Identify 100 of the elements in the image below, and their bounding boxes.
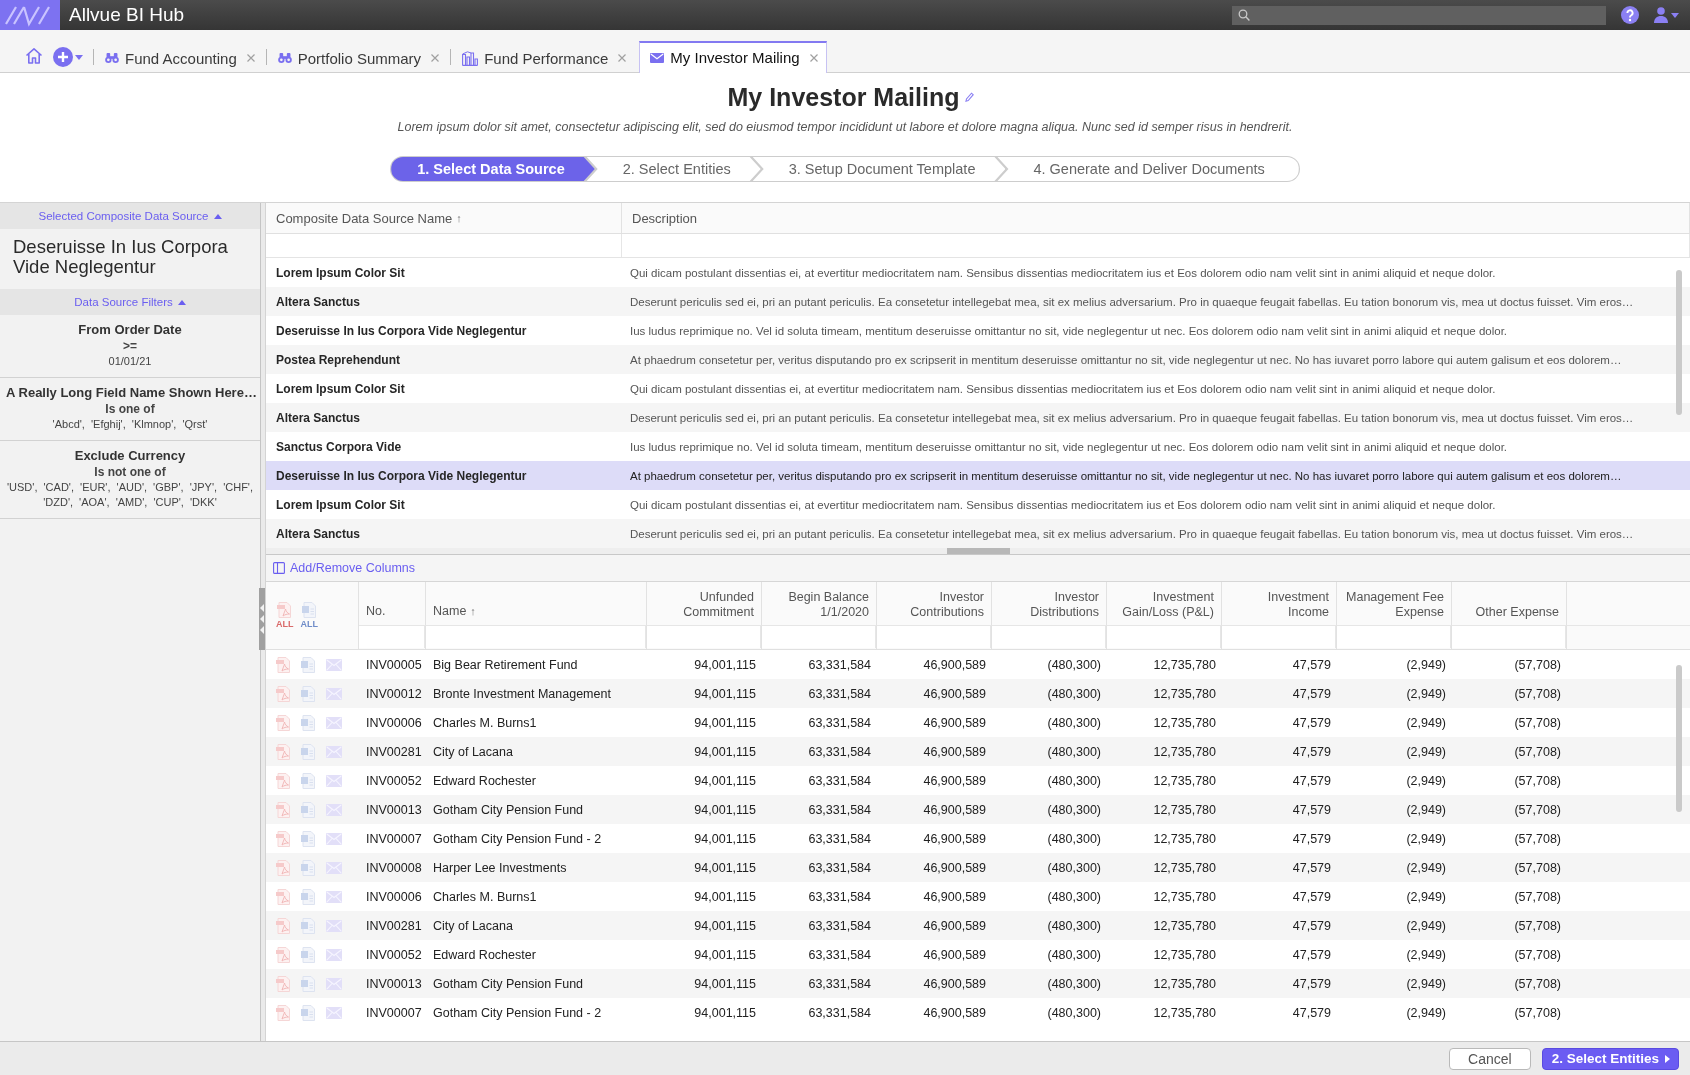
word-file-icon[interactable] — [301, 917, 316, 934]
wizard-step[interactable]: 2. Select Entities — [586, 157, 761, 181]
column-filter-field[interactable] — [1222, 626, 1336, 648]
scrollbar-thumb[interactable] — [1676, 665, 1682, 812]
column-filter-field[interactable] — [359, 626, 425, 648]
word-file-icon[interactable] — [301, 602, 317, 618]
envelope-icon[interactable] — [326, 716, 342, 729]
caret-icon[interactable] — [75, 54, 83, 60]
wizard-step[interactable]: 1. Select Data Source — [391, 157, 595, 181]
column-filter-field[interactable] — [877, 626, 991, 648]
word-file-icon[interactable] — [301, 685, 316, 702]
scrollbar-thumb[interactable] — [946, 548, 1010, 554]
column-filter-field[interactable] — [426, 626, 646, 648]
word-file-icon[interactable] — [301, 772, 316, 789]
help-icon[interactable] — [1621, 6, 1639, 24]
section-header[interactable]: Data Source Filters — [0, 289, 260, 315]
column-header[interactable]: Description — [622, 203, 1690, 233]
caret-icon[interactable] — [177, 299, 186, 305]
word-file-icon[interactable] — [301, 888, 316, 905]
table-cell-text: Lorem Ipsum Color Sit — [275, 497, 406, 512]
word-file-icon[interactable] — [301, 1004, 316, 1021]
pdf-file-icon[interactable] — [276, 743, 291, 760]
search-field[interactable] — [1232, 5, 1606, 25]
selected-source-title: Deseruisse In Ius Corpora Vide Neglegentur — [12, 235, 229, 279]
pdf-file-icon[interactable] — [277, 602, 293, 618]
add-remove-columns-link[interactable]: Add/Remove Columns — [273, 561, 416, 575]
table-cell-text: (2,949) — [1405, 947, 1447, 962]
table-cell-text: INV00005 — [365, 657, 423, 672]
column-header[interactable]: Composite Data Source Name ↑ — [266, 203, 622, 233]
close-icon[interactable] — [809, 53, 818, 62]
pdf-file-icon[interactable] — [276, 801, 291, 818]
tab[interactable]: My Investor Mailing — [639, 41, 827, 73]
envelope-icon[interactable] — [326, 890, 342, 903]
table-cell-text: 63,331,584 — [807, 657, 872, 672]
tab[interactable]: Fund Performance — [453, 42, 636, 73]
pdf-file-icon[interactable] — [276, 685, 291, 702]
envelope-icon[interactable] — [326, 774, 342, 787]
table-cell-text: 47,579 — [1291, 918, 1332, 933]
table-row[interactable] — [266, 287, 1690, 316]
plus-circle-icon[interactable] — [53, 47, 73, 67]
table-cell-text: Edward Rochester — [432, 773, 537, 788]
table-cell-text: 12,735,780 — [1152, 976, 1217, 991]
table-row[interactable] — [266, 461, 1690, 490]
pdf-file-icon[interactable] — [276, 714, 291, 731]
cancel-button[interactable]: Cancel — [1449, 1047, 1531, 1070]
pdf-file-icon[interactable] — [276, 946, 291, 963]
pdf-file-icon[interactable] — [276, 975, 291, 992]
table-cell-text: (480,300) — [1046, 773, 1102, 788]
column-filter-field[interactable] — [647, 626, 761, 648]
table-row[interactable] — [266, 345, 1690, 374]
table-cell-text: (2,949) — [1405, 860, 1447, 875]
close-icon[interactable] — [618, 54, 627, 62]
table-cell-text: Gotham City Pension Fund — [432, 976, 585, 991]
pdf-file-icon[interactable] — [276, 656, 291, 673]
pdf-file-icon[interactable] — [276, 830, 291, 847]
word-file-icon[interactable] — [301, 801, 316, 818]
word-file-icon[interactable] — [301, 714, 316, 731]
table-row[interactable] — [266, 519, 1690, 548]
envelope-icon[interactable] — [326, 1006, 342, 1019]
envelope-icon[interactable] — [326, 948, 342, 961]
pdf-file-icon[interactable] — [276, 859, 291, 876]
person-icon[interactable] — [1654, 7, 1668, 23]
tab[interactable]: Portfolio Summary — [268, 42, 449, 73]
word-file-icon[interactable] — [301, 946, 316, 963]
close-icon[interactable] — [246, 54, 255, 62]
home-icon[interactable] — [25, 47, 43, 64]
table-row[interactable] — [266, 403, 1690, 432]
envelope-icon[interactable] — [326, 658, 342, 671]
envelope-icon[interactable] — [326, 832, 342, 845]
word-file-icon[interactable] — [301, 656, 316, 673]
section-header[interactable]: Selected Composite Data Source — [0, 203, 260, 229]
pencil-icon[interactable] — [965, 92, 975, 102]
word-file-icon[interactable] — [301, 859, 316, 876]
column-filter-field[interactable] — [1452, 626, 1566, 648]
pdf-file-icon[interactable] — [276, 772, 291, 789]
caret-icon[interactable] — [1671, 12, 1679, 18]
filter-values: 'USD', 'CAD', 'EUR', 'AUD', 'GBP', 'JPY', 'CHF', 'DZD', 'AOA', 'AMD', 'CUP', 'DKK' — [6, 480, 254, 510]
wizard-step[interactable]: 4. Generate and Deliver Documents — [997, 157, 1299, 181]
next-step-button[interactable]: 2. Select Entities — [1541, 1047, 1679, 1070]
column-filter-field[interactable] — [762, 626, 876, 648]
caret-icon[interactable] — [213, 213, 222, 219]
table-cell-text: (2,949) — [1405, 831, 1447, 846]
column-filter-field[interactable] — [1337, 626, 1451, 648]
pdf-file-icon[interactable] — [276, 888, 291, 905]
filter-operator: Is not one of — [93, 464, 167, 480]
column-filter-field[interactable] — [992, 626, 1106, 648]
wizard-step[interactable]: 3. Setup Document Template — [752, 157, 1006, 181]
pdf-file-icon[interactable] — [276, 917, 291, 934]
table-cell-text: 12,735,780 — [1152, 918, 1217, 933]
splitter-handle[interactable] — [259, 588, 265, 650]
pdf-file-icon[interactable] — [276, 1004, 291, 1021]
word-file-icon[interactable] — [301, 975, 316, 992]
word-file-icon[interactable] — [301, 743, 316, 760]
logo-icon[interactable] — [0, 0, 60, 30]
scrollbar-thumb[interactable] — [1676, 270, 1682, 415]
table-cell-text: 94,001,115 — [693, 744, 757, 759]
column-filter-field[interactable] — [1107, 626, 1221, 648]
close-icon[interactable] — [431, 54, 440, 62]
word-file-icon[interactable] — [301, 830, 316, 847]
tab[interactable]: Fund Accounting — [96, 42, 264, 73]
